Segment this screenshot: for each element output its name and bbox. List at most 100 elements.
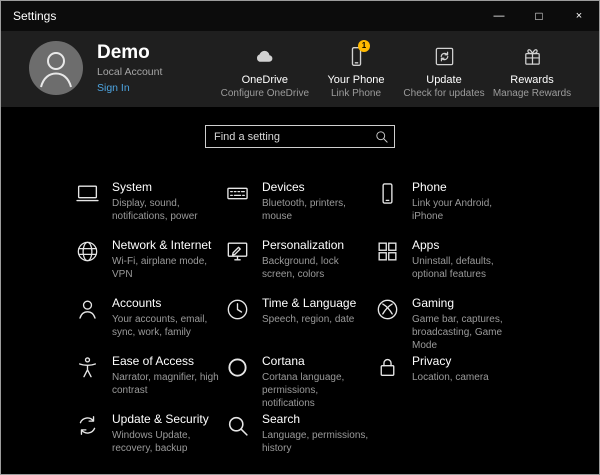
- category-text: Personalization Background, lock screen, …: [262, 238, 375, 281]
- category-subtitle: Game bar, captures, broadcasting, Game M…: [412, 313, 525, 352]
- search-icon: [225, 413, 250, 438]
- category-system[interactable]: SystemDisplay, sound, notifications, pow…: [75, 180, 225, 224]
- sign-in-link[interactable]: Sign In: [97, 82, 130, 94]
- category-text: Network & Internet Wi-Fi, airplane mode, …: [112, 238, 225, 281]
- categories-grid: SystemDisplay, sound, notifications, pow…: [1, 180, 599, 456]
- quick-action-your-phone[interactable]: 1 Your Phone Link Phone: [315, 43, 397, 99]
- quick-action-onedrive[interactable]: OneDrive Configure OneDrive: [221, 43, 309, 99]
- quick-action-label: Your Phone: [315, 74, 397, 86]
- settings-window: Settings — □ × Demo Local Account Sign I…: [0, 0, 600, 475]
- user-block: Demo Local Account Sign In: [29, 41, 162, 96]
- category-update-security[interactable]: Update & Security Windows Update, recover…: [75, 412, 225, 456]
- category-text: Ease of Access Narrator, magnifier, high …: [112, 354, 225, 397]
- close-button[interactable]: ×: [559, 1, 599, 31]
- category-text: Gaming Game bar, captures, broadcasting, …: [412, 296, 525, 352]
- search-row: [1, 107, 599, 148]
- category-text: Privacy Location, camera: [412, 354, 493, 384]
- category-personalization[interactable]: Personalization Background, lock screen, …: [225, 238, 375, 282]
- header: Demo Local Account Sign In OneDrive Confi…: [1, 31, 599, 107]
- category-text: Devices Bluetooth, printers, mouse: [262, 180, 375, 223]
- search-input[interactable]: [205, 125, 395, 148]
- category-privacy[interactable]: Privacy Location, camera: [375, 354, 525, 398]
- accounts-icon: [75, 297, 100, 322]
- category-apps[interactable]: Apps Uninstall, defaults, optional featur…: [375, 238, 525, 282]
- personalization-icon: [225, 239, 250, 264]
- category-title: Personalization: [262, 238, 375, 252]
- category-cortana[interactable]: CortanaCortana language, permissions, no…: [225, 354, 375, 398]
- titlebar: Settings — □ ×: [1, 1, 599, 31]
- phone-icon: [375, 181, 400, 206]
- search-box: [205, 125, 395, 148]
- window-controls: — □ ×: [479, 1, 599, 31]
- window-title: Settings: [13, 9, 56, 23]
- category-accounts[interactable]: AccountsYour accounts, email, sync, work…: [75, 296, 225, 340]
- category-text: Time & LanguageSpeech, region, date: [262, 296, 358, 326]
- devices-icon: [225, 181, 250, 206]
- quick-action-rewards[interactable]: Rewards Manage Rewards: [491, 43, 573, 99]
- quick-action-sublabel: Check for updates: [403, 88, 485, 99]
- category-subtitle: Cortana language, permissions, notificat…: [262, 371, 375, 410]
- quick-actions: OneDrive Configure OneDrive 1 Your Phone Lin…: [221, 41, 573, 99]
- category-text: SearchLanguage, permissions, history: [262, 412, 375, 455]
- category-search[interactable]: SearchLanguage, permissions, history: [225, 412, 375, 456]
- quick-action-update[interactable]: Update Check for updates: [403, 43, 485, 99]
- category-title: Devices: [262, 180, 375, 194]
- category-subtitle: Speech, region, date: [262, 313, 358, 326]
- category-title: Apps: [412, 238, 525, 252]
- system-icon: [75, 181, 100, 206]
- category-title: Gaming: [412, 296, 525, 310]
- phone-outline-icon: 1: [315, 43, 397, 70]
- update-security-icon: [75, 413, 100, 438]
- category-subtitle: Your accounts, email, sync, work, family: [112, 313, 225, 339]
- user-name: Demo: [97, 42, 162, 64]
- apps-icon: [375, 239, 400, 264]
- minimize-button[interactable]: —: [479, 1, 519, 31]
- category-network-internet[interactable]: Network & Internet Wi-Fi, airplane mode, …: [75, 238, 225, 282]
- category-subtitle: Link your Android, iPhone: [412, 197, 525, 223]
- category-ease-of-access[interactable]: Ease of Access Narrator, magnifier, high …: [75, 354, 225, 398]
- account-type: Local Account: [97, 66, 162, 78]
- cloud-icon: [221, 43, 309, 70]
- category-subtitle: Location, camera: [412, 371, 493, 384]
- user-info: Demo Local Account Sign In: [97, 41, 162, 96]
- maximize-button[interactable]: □: [519, 1, 559, 31]
- time-language-icon: [225, 297, 250, 322]
- category-time-language[interactable]: Time & LanguageSpeech, region, date: [225, 296, 375, 340]
- avatar[interactable]: [29, 41, 83, 95]
- quick-action-label: Rewards: [491, 74, 573, 86]
- category-subtitle: Uninstall, defaults, optional features: [412, 255, 525, 281]
- sync-icon: [403, 43, 485, 70]
- category-text: Phone Link your Android, iPhone: [412, 180, 525, 223]
- quick-action-sublabel: Configure OneDrive: [221, 88, 309, 99]
- gaming-icon: [375, 297, 400, 322]
- category-subtitle: Background, lock screen, colors: [262, 255, 375, 281]
- category-text: SystemDisplay, sound, notifications, pow…: [112, 180, 225, 223]
- search-icon[interactable]: [374, 129, 389, 144]
- category-title: Privacy: [412, 354, 493, 368]
- quick-action-label: OneDrive: [221, 74, 309, 86]
- privacy-icon: [375, 355, 400, 380]
- category-subtitle: Display, sound, notifications, power: [112, 197, 225, 223]
- category-text: Update & Security Windows Update, recover…: [112, 412, 225, 455]
- category-subtitle: Wi-Fi, airplane mode, VPN: [112, 255, 225, 281]
- quick-action-sublabel: Manage Rewards: [491, 88, 573, 99]
- quick-action-label: Update: [403, 74, 485, 86]
- category-text: Apps Uninstall, defaults, optional featur…: [412, 238, 525, 281]
- notification-badge: 1: [358, 40, 370, 52]
- category-gaming[interactable]: GamingGame bar, captures, broadcasting, …: [375, 296, 525, 340]
- category-subtitle: Bluetooth, printers, mouse: [262, 197, 375, 223]
- category-subtitle: Narrator, magnifier, high contrast: [112, 371, 225, 397]
- category-title: Phone: [412, 180, 525, 194]
- ease-of-access-icon: [75, 355, 100, 380]
- category-title: Network & Internet: [112, 238, 225, 252]
- category-title: Ease of Access: [112, 354, 225, 368]
- category-title: Update & Security: [112, 412, 225, 426]
- network-icon: [75, 239, 100, 264]
- cortana-icon: [225, 355, 250, 380]
- category-phone[interactable]: Phone Link your Android, iPhone: [375, 180, 525, 224]
- category-text: Cortana Cortana language, permissions, no…: [262, 354, 375, 410]
- category-devices[interactable]: Devices Bluetooth, printers, mouse: [225, 180, 375, 224]
- quick-action-sublabel: Link Phone: [315, 88, 397, 99]
- category-title: Cortana: [262, 354, 375, 368]
- category-subtitle: Windows Update, recovery, backup: [112, 429, 225, 455]
